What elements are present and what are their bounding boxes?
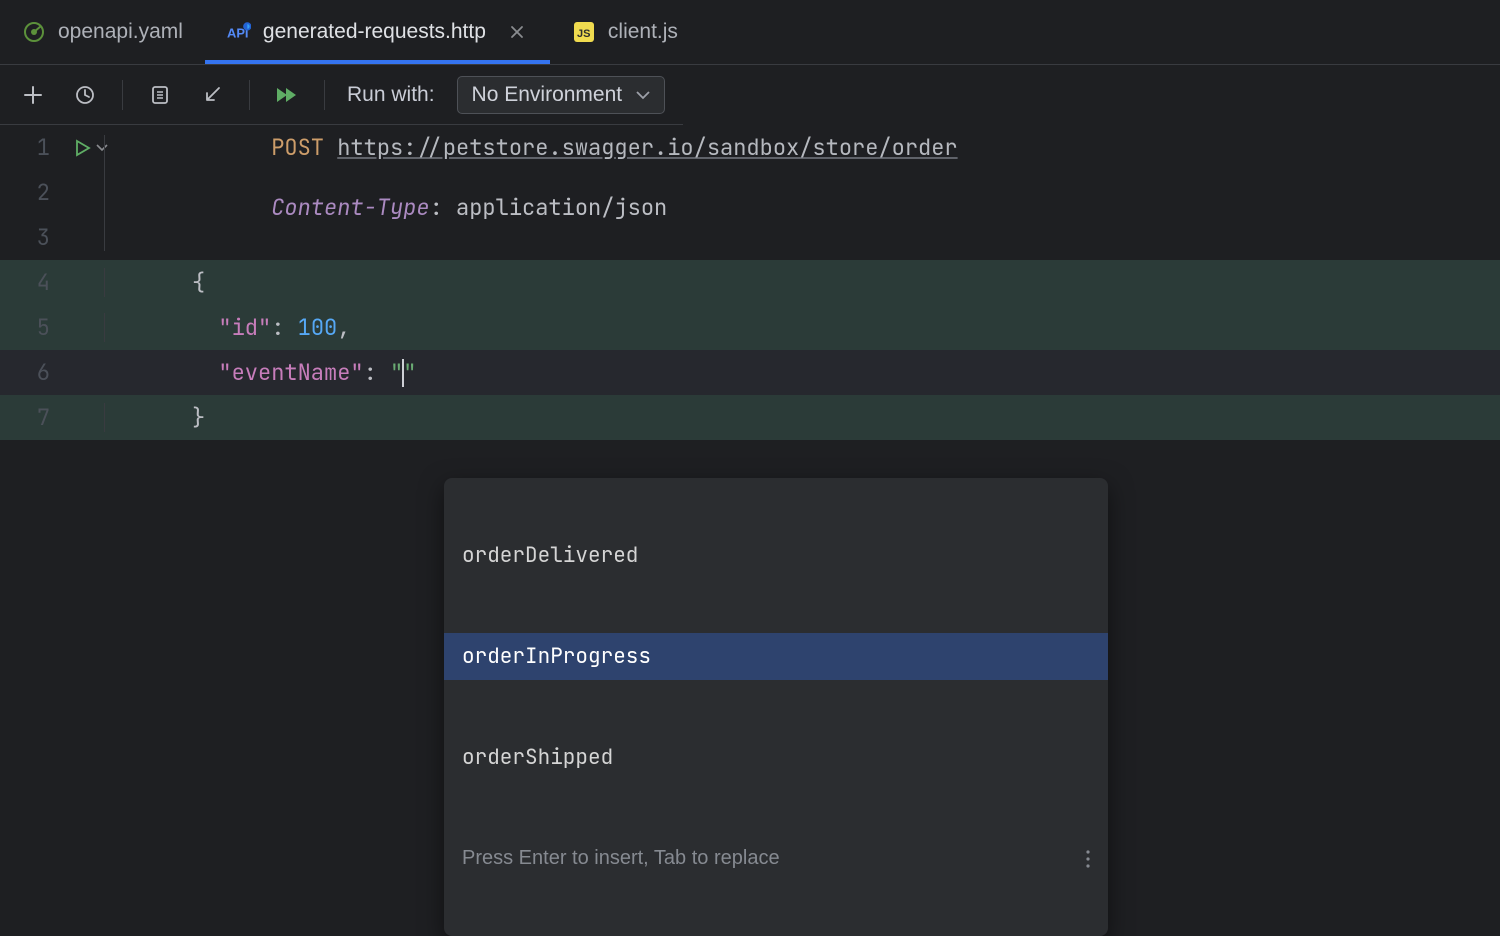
line-number: 6 (0, 358, 68, 387)
line-number: 3 (0, 223, 68, 252)
js-icon: JS (572, 20, 596, 44)
tab-label: openapi.yaml (58, 20, 183, 44)
completion-item[interactable]: orderInProgress (444, 633, 1108, 680)
code-line: 7 } (0, 395, 1500, 440)
completion-hint: Press Enter to insert, Tab to replace (444, 835, 1108, 882)
tab-label: generated-requests.http (263, 20, 486, 44)
tab-bar: openapi.yaml API generated-requests.http… (0, 0, 1500, 65)
svg-text:JS: JS (577, 28, 590, 40)
code-line: 4 { (0, 260, 1500, 305)
run-gutter[interactable] (68, 139, 148, 157)
more-icon[interactable] (1086, 850, 1090, 868)
chevron-down-icon (636, 90, 650, 100)
tab-label: client.js (608, 20, 678, 44)
line-number: 4 (0, 268, 68, 297)
close-icon[interactable] (506, 21, 528, 43)
line-number: 5 (0, 313, 68, 342)
history-icon[interactable] (70, 80, 100, 110)
divider (122, 80, 123, 110)
chevron-down-icon (96, 143, 108, 153)
completion-item[interactable]: orderDelivered (444, 532, 1108, 579)
completion-item[interactable]: orderShipped (444, 734, 1108, 781)
code-line: 3 (0, 215, 1500, 260)
code-line: 5 "id": 100, (0, 305, 1500, 350)
add-icon[interactable] (18, 80, 48, 110)
code-line: 6 "eventName": "" orderDelivered orderIn… (0, 350, 1500, 395)
openapi-icon (22, 20, 46, 44)
code-line: 2 Content-Type: application/json (0, 170, 1500, 215)
completion-popup: orderDelivered orderInProgress orderShip… (444, 478, 1108, 936)
tab-client-js[interactable]: JS client.js (550, 0, 700, 64)
line-number: 1 (0, 133, 68, 162)
environment-value: No Environment (472, 83, 623, 107)
line-number: 7 (0, 403, 68, 432)
code-editor[interactable]: 1 POST https://petstore.swagger.io/sandb… (0, 125, 1500, 440)
tab-generated-requests[interactable]: API generated-requests.http (205, 0, 550, 64)
line-number: 2 (0, 178, 68, 207)
tab-openapi[interactable]: openapi.yaml (0, 0, 205, 64)
api-icon: API (227, 20, 251, 44)
run-with-label: Run with: (347, 83, 435, 107)
